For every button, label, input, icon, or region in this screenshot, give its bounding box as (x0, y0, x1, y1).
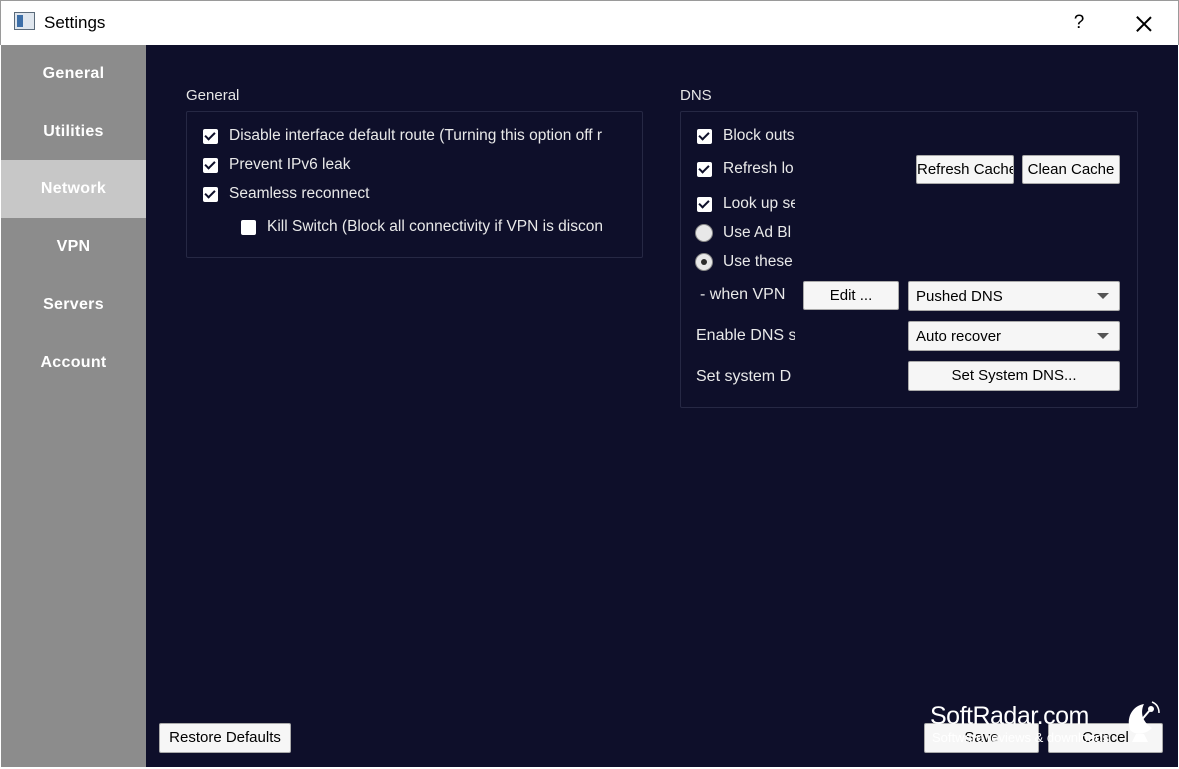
satellite-dish-icon (1128, 701, 1160, 742)
kill-switch-checkbox[interactable]: Kill Switch (Block all connectivity if V… (241, 215, 628, 239)
checkbox-label: Disable interface default route (Turning… (229, 127, 603, 144)
dns-group-title: DNS (680, 87, 712, 104)
refresh-local-dns-checkbox[interactable]: Refresh lo (697, 157, 795, 181)
select-value: Auto recover (916, 328, 1002, 345)
checkbox-box[interactable] (697, 128, 712, 144)
checkbox-label: Seamless reconnect (229, 185, 370, 202)
auto-recover-select[interactable]: Auto recover (908, 321, 1120, 351)
enable-dns-label: Enable DNS s (696, 327, 795, 344)
watermark: SoftRadar.com Software reviews & downloa… (928, 700, 1128, 750)
refresh-cache-button[interactable]: Refresh Cache (916, 155, 1014, 184)
app-icon (14, 12, 35, 30)
watermark-tagline: Software reviews & downloads (932, 730, 1110, 745)
general-group-title: General (186, 87, 240, 104)
checkbox-box[interactable] (203, 157, 218, 173)
restore-defaults-button[interactable]: Restore Defaults (159, 723, 291, 753)
block-outside-dns-checkbox[interactable]: Block outs (697, 124, 795, 148)
look-up-checkbox[interactable]: Look up se (697, 192, 795, 216)
chevron-down-icon (1097, 333, 1109, 339)
seamless-reconnect-checkbox[interactable]: Seamless reconnect (203, 182, 628, 206)
help-button[interactable]: ? (1063, 7, 1095, 39)
checkbox-label: Block outs (723, 127, 795, 144)
sidebar-item-account[interactable]: Account (1, 334, 146, 392)
set-system-dns-button[interactable]: Set System DNS... (908, 361, 1120, 391)
clean-cache-button[interactable]: Clean Cache (1022, 155, 1120, 184)
checkbox-label: Kill Switch (Block all connectivity if V… (267, 218, 603, 235)
sidebar-item-general[interactable]: General (1, 45, 146, 103)
radio-label: Use these (723, 253, 793, 270)
close-icon[interactable] (1127, 7, 1161, 39)
pushed-dns-select[interactable]: Pushed DNS (908, 281, 1120, 311)
chevron-down-icon (1097, 293, 1109, 299)
checkbox-box[interactable] (697, 161, 712, 177)
when-vpn-label: - when VPN (700, 286, 786, 303)
sidebar-item-servers[interactable]: Servers (1, 276, 146, 334)
watermark-brand: SoftRadar.com (930, 702, 1089, 730)
checkbox-label: Look up se (723, 195, 795, 212)
use-ad-block-radio[interactable]: Use Ad Bl (695, 221, 795, 245)
sidebar-item-utilities[interactable]: Utilities (1, 103, 146, 161)
checkbox-label: Refresh lo (723, 160, 794, 177)
radio-button[interactable] (695, 224, 713, 242)
checkbox-label: Prevent IPv6 leak (229, 156, 351, 173)
disable-default-route-checkbox[interactable]: Disable interface default route (Turning… (203, 124, 628, 148)
window-title: Settings (44, 13, 106, 32)
title-bar: Settings ? (0, 0, 1179, 45)
sidebar: General Utilities Network VPN Servers Ac… (1, 45, 146, 767)
use-these-dns-radio[interactable]: Use these (695, 250, 795, 274)
checkbox-box[interactable] (203, 128, 218, 144)
radio-button[interactable] (695, 253, 713, 271)
checkbox-box[interactable] (203, 186, 218, 202)
checkbox-box[interactable] (697, 196, 712, 212)
prevent-ipv6-leak-checkbox[interactable]: Prevent IPv6 leak (203, 153, 628, 177)
select-value: Pushed DNS (916, 288, 1003, 305)
sidebar-item-network[interactable]: Network (1, 160, 146, 218)
set-system-dns-label: Set system D (696, 368, 792, 385)
edit-dns-button[interactable]: Edit ... (803, 281, 899, 310)
checkbox-box[interactable] (241, 219, 256, 235)
radio-label: Use Ad Bl (723, 224, 792, 241)
sidebar-item-vpn[interactable]: VPN (1, 218, 146, 276)
